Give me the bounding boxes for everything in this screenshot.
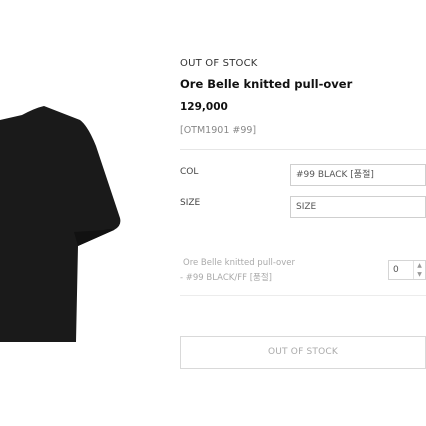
out-of-stock-button[interactable]: OUT OF STOCK bbox=[180, 336, 426, 369]
quantity-input[interactable] bbox=[391, 261, 415, 279]
product-sku: [OTM1901 #99] bbox=[180, 125, 257, 136]
garment-body bbox=[0, 106, 121, 342]
selected-item-name: Ore Belle knitted pull-over bbox=[183, 258, 295, 268]
garment-shape bbox=[0, 106, 121, 342]
selected-item-option: - #99 BLACK/FF [품절] bbox=[180, 273, 272, 283]
quantity-buttons: ▲ ▼ bbox=[413, 261, 425, 279]
divider bbox=[180, 149, 426, 150]
stock-status-label: OUT OF STOCK bbox=[180, 58, 258, 69]
color-select[interactable]: #99 BLACK [품절] bbox=[290, 164, 426, 186]
size-option-label: SIZE bbox=[180, 198, 201, 208]
product-title: Ore Belle knitted pull-over bbox=[180, 77, 353, 91]
divider bbox=[180, 295, 426, 296]
size-select[interactable]: SIZE bbox=[290, 196, 426, 218]
quantity-up-icon[interactable]: ▲ bbox=[414, 261, 425, 270]
product-price: 129,000 bbox=[180, 101, 228, 113]
quantity-stepper[interactable]: ▲ ▼ bbox=[388, 260, 426, 280]
color-option-label: COL bbox=[180, 167, 199, 177]
product-page: OUT OF STOCK Ore Belle knitted pull-over… bbox=[0, 0, 426, 426]
quantity-down-icon[interactable]: ▼ bbox=[414, 270, 425, 279]
product-image bbox=[0, 0, 160, 426]
